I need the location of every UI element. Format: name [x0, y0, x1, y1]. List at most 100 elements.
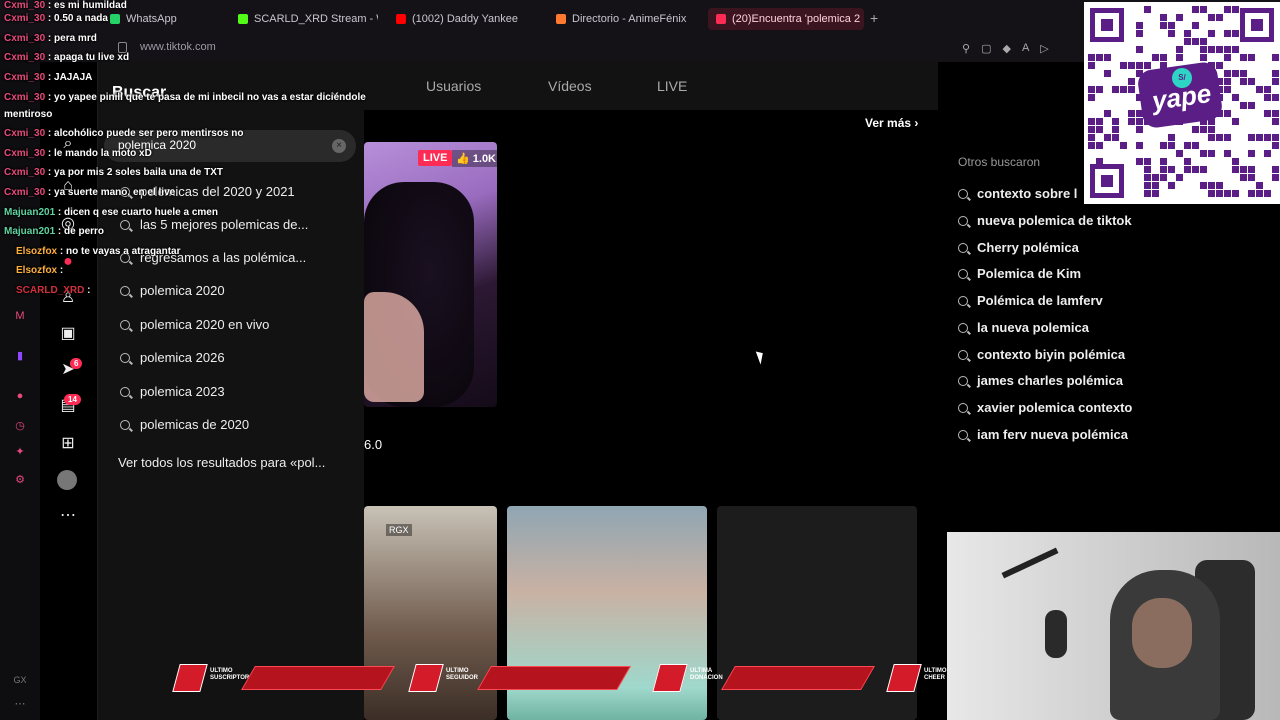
qr-module [1112, 126, 1119, 133]
upload-icon[interactable]: ⊞ [58, 434, 78, 454]
qr-module [1096, 158, 1103, 165]
live-card[interactable] [364, 142, 497, 407]
kick-icon [238, 14, 248, 24]
qr-module [1160, 158, 1167, 165]
tab-tiktok-active[interactable]: (20)Encuentra 'polemica 2 [708, 8, 864, 30]
chat-message: Cxmi_30 : alcohólico puede ser pero ment… [4, 128, 244, 139]
qr-module [1216, 62, 1223, 69]
live-icon[interactable]: ▣ [58, 324, 78, 344]
related-search-item[interactable]: Polemica de Kim [958, 266, 1081, 281]
suggestion-item[interactable]: polemica 2023 [120, 384, 225, 399]
qr-module [1176, 54, 1183, 61]
suggestion-label: polemica 2020 en vivo [140, 317, 270, 332]
chat-text: : alcohólico puede ser pero mentirsos no [45, 128, 244, 139]
settings-icon[interactable]: ⚙ [12, 472, 28, 488]
chat-username: Cxmi_30 [4, 128, 46, 139]
messages-badge: 6 [70, 358, 83, 369]
yape-coin-icon: S/ [1172, 68, 1192, 88]
screenshot-icon[interactable]: ▢ [981, 42, 991, 55]
new-tab-button[interactable]: + [870, 10, 878, 26]
related-search-item[interactable]: contexto sobre l [958, 186, 1077, 201]
related-search-item[interactable]: la nueva polemica [958, 320, 1089, 335]
pin-icon[interactable]: ⚲ [962, 42, 970, 55]
search-icon [958, 322, 968, 333]
qr-module [1224, 134, 1231, 141]
related-search-item[interactable]: james charles polémica [958, 373, 1123, 388]
tab-videos[interactable]: Vídeos [548, 78, 592, 94]
chat-text: : ya por mis 2 soles baila una de TXT [45, 167, 223, 178]
live-viewer-count: 6.0 [364, 437, 383, 452]
qr-module [1216, 46, 1223, 53]
qr-module [1248, 190, 1255, 197]
chat-username: Elsozfox [16, 265, 58, 276]
search-icon [958, 429, 968, 440]
gx-label: GX [13, 675, 27, 685]
qr-module [1168, 30, 1175, 37]
qr-module [1096, 54, 1103, 61]
profile-avatar[interactable] [57, 470, 77, 490]
suggestion-item[interactable]: polemicas de 2020 [120, 417, 249, 432]
qr-module [1272, 110, 1279, 117]
extensions-icon[interactable]: ✦ [12, 444, 28, 460]
qr-module [1208, 134, 1215, 141]
related-search-item[interactable]: nueva polemica de tiktok [958, 213, 1132, 228]
send-icon[interactable]: ▷ [1040, 42, 1048, 55]
suggestion-item[interactable]: polemica 2020 en vivo [120, 317, 269, 332]
qr-module [1160, 166, 1167, 173]
chat-message: Cxmi_30 : ya suerte mano, en el live [4, 187, 175, 198]
qr-module [1128, 118, 1135, 125]
tab-animefenix[interactable]: Directorio - AnimeFénix [556, 8, 696, 30]
qr-module [1104, 70, 1111, 77]
qr-module [1160, 54, 1167, 61]
tab-kick-stream[interactable]: SCARLD_XRD Stream - W [238, 8, 378, 30]
suggestion-item[interactable]: las 5 mejores polemicas de... [120, 217, 308, 232]
tab-live[interactable]: LIVE [657, 78, 687, 94]
url-field[interactable]: www.tiktok.com [140, 41, 216, 53]
qr-module [1208, 126, 1215, 133]
qr-module [1088, 134, 1095, 141]
history-icon[interactable]: ◷ [12, 418, 28, 434]
chat-message: Majuan201 : dicen q ese cuarto huele a c… [4, 207, 218, 218]
qr-module [1104, 134, 1111, 141]
chat-username: Cxmi_30 [4, 167, 46, 178]
translate-icon[interactable]: A [1022, 42, 1029, 55]
qr-module [1272, 54, 1279, 61]
qr-module [1192, 126, 1199, 133]
shield-icon[interactable]: ◆ [1002, 42, 1010, 55]
qr-module [1144, 182, 1151, 189]
twitch-icon[interactable]: ▮ [12, 348, 28, 364]
qr-module [1192, 22, 1199, 29]
qr-module [1104, 54, 1111, 61]
related-search-item[interactable]: xavier polemica contexto [958, 400, 1132, 415]
see-more-link[interactable]: Ver más › [865, 116, 918, 130]
animefenix-icon [556, 14, 566, 24]
related-search-item[interactable]: Polémica de lamferv [958, 293, 1103, 308]
see-all-results-link[interactable]: Ver todos los resultados para «pol... [118, 455, 348, 470]
qr-module [1200, 182, 1207, 189]
clear-search-icon[interactable]: × [332, 139, 346, 153]
related-search-label: Cherry polémica [977, 240, 1079, 255]
suggestion-item[interactable]: polemica 2026 [120, 350, 225, 365]
related-search-item[interactable]: iam ferv nueva polémica [958, 427, 1128, 442]
chat-text: : 0.50 a nada [45, 13, 108, 24]
qr-module [1256, 134, 1263, 141]
chat-text: mentiroso [4, 109, 53, 120]
qr-module [1176, 174, 1183, 181]
search-icon [120, 285, 130, 296]
qr-finder [1240, 8, 1274, 42]
related-search-item[interactable]: Cherry polémica [958, 240, 1079, 255]
qr-module [1200, 150, 1207, 157]
more-menu-icon[interactable]: ⋯ [58, 506, 78, 526]
related-search-item[interactable]: contexto biyin polémica [958, 347, 1125, 362]
gmail-icon[interactable]: M [12, 308, 28, 324]
qr-module [1248, 78, 1255, 85]
qr-module [1272, 78, 1279, 85]
tab-whatsapp[interactable]: WhatsApp [110, 8, 220, 30]
more-icon[interactable]: ⋯ [12, 696, 28, 712]
suggestion-item[interactable]: polemica 2020 [120, 283, 225, 298]
spotify-icon[interactable]: ● [12, 388, 28, 404]
tab-usuarios[interactable]: Usuarios [426, 78, 481, 94]
qr-finder [1090, 164, 1124, 198]
tab-youtube[interactable]: (1002) Daddy Yankee [396, 8, 536, 30]
qr-module [1088, 126, 1095, 133]
